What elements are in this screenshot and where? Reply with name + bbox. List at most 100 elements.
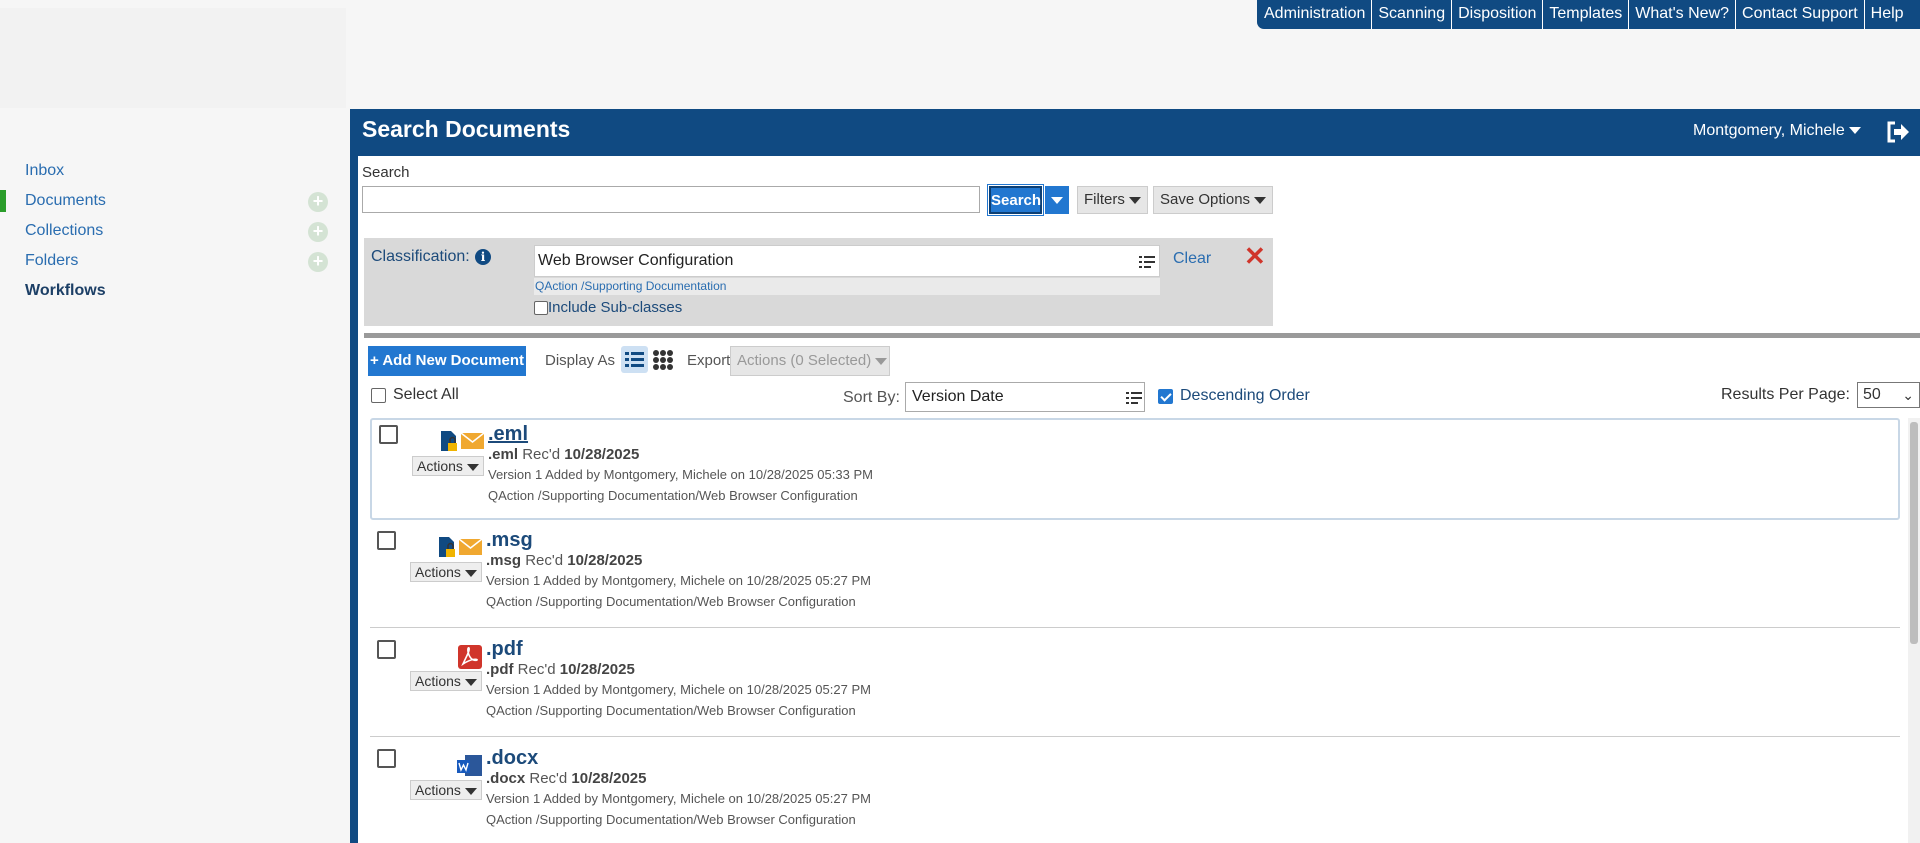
results-per-page-label: Results Per Page: xyxy=(1721,386,1850,403)
add-collection-icon[interactable]: + xyxy=(308,222,328,242)
divider xyxy=(364,333,1920,338)
version-info: Version 1 Added by Montgomery, Michele o… xyxy=(486,791,871,806)
descending-order-label: Descending Order xyxy=(1180,387,1310,404)
select-all-checkbox[interactable] xyxy=(371,387,386,403)
document-title-link[interactable]: .eml xyxy=(488,423,528,446)
info-icon[interactable]: i xyxy=(475,249,491,265)
nav-templates[interactable]: Templates xyxy=(1542,0,1628,29)
sidebar-item-documents[interactable]: Documents xyxy=(25,192,106,210)
save-options-button[interactable]: Save Options xyxy=(1153,186,1274,214)
list-item[interactable]: Actions .docx .docx Rec'd 10/28/2025 Ver… xyxy=(370,744,1900,843)
list-picker-icon[interactable] xyxy=(1139,255,1155,269)
locked-email-icon xyxy=(439,537,483,557)
received-label: Rec'd xyxy=(517,661,556,678)
document-title-link[interactable]: .pdf xyxy=(486,638,523,661)
received-label: Rec'd xyxy=(529,770,568,787)
chevron-down-icon xyxy=(464,678,477,686)
header-bar: Search Documents Montgomery, Michele xyxy=(358,109,1920,156)
document-meta: .eml Rec'd 10/28/2025 xyxy=(488,446,639,463)
row-checkbox[interactable] xyxy=(377,749,396,768)
search-button[interactable]: Search xyxy=(987,184,1044,216)
logout-icon[interactable] xyxy=(1886,121,1910,143)
scrollbar-thumb[interactable] xyxy=(1910,422,1918,644)
row-actions-label: Actions xyxy=(415,782,461,798)
nav-administration[interactable]: Administration xyxy=(1257,0,1371,29)
row-actions-button[interactable]: Actions xyxy=(412,456,484,476)
document-type: .eml xyxy=(488,446,519,463)
sort-by-label: Sort By: xyxy=(843,389,900,406)
nav-disposition[interactable]: Disposition xyxy=(1451,0,1542,29)
clear-link[interactable]: Clear xyxy=(1173,250,1211,268)
bulk-actions-label: Actions (0 Selected) xyxy=(737,352,872,369)
row-checkbox[interactable] xyxy=(379,425,398,444)
sidebar-item-collections[interactable]: Collections xyxy=(25,222,103,240)
classification-path: QAction /Supporting Documentation xyxy=(534,278,1160,295)
nav-help[interactable]: Help xyxy=(1863,0,1910,29)
descending-order-checkbox[interactable] xyxy=(1158,388,1173,404)
sort-by-value: Version Date xyxy=(912,388,1004,405)
word-icon xyxy=(457,755,482,776)
document-meta: .pdf Rec'd 10/28/2025 xyxy=(486,661,635,678)
document-path: QAction /Supporting Documentation/Web Br… xyxy=(486,703,856,718)
list-item[interactable]: Actions .eml .eml Rec'd 10/28/2025 Versi… xyxy=(370,418,1900,520)
user-menu[interactable]: Montgomery, Michele xyxy=(1693,122,1861,140)
received-label: Rec'd xyxy=(522,446,561,463)
list-picker-icon[interactable] xyxy=(1126,391,1142,405)
add-folder-icon[interactable]: + xyxy=(308,252,328,272)
row-actions-button[interactable]: Actions xyxy=(410,780,482,800)
sidebar-item-folders[interactable]: Folders xyxy=(25,252,78,270)
received-label: Rec'd xyxy=(525,552,564,569)
sort-by-field[interactable]: Version Date xyxy=(905,382,1145,412)
version-info: Version 1 Added by Montgomery, Michele o… xyxy=(486,682,871,697)
document-path: QAction /Supporting Documentation/Web Br… xyxy=(488,488,858,503)
document-title-link[interactable]: .docx xyxy=(486,747,538,770)
version-info: Version 1 Added by Montgomery, Michele o… xyxy=(488,467,873,482)
list-view-icon[interactable] xyxy=(621,346,648,373)
row-actions-label: Actions xyxy=(417,458,463,474)
locked-email-icon xyxy=(441,431,485,451)
search-options-button[interactable] xyxy=(1045,186,1069,214)
results-list: Actions .eml .eml Rec'd 10/28/2025 Versi… xyxy=(370,418,1920,843)
include-subclasses[interactable]: Include Sub-classes xyxy=(534,299,682,316)
document-type: .docx xyxy=(486,770,526,787)
sidebar-item-workflows[interactable]: Workflows xyxy=(25,282,106,300)
document-title-link[interactable]: .msg xyxy=(486,529,533,552)
chevron-down-icon xyxy=(466,463,479,471)
include-subclasses-checkbox[interactable] xyxy=(534,300,548,315)
row-checkbox[interactable] xyxy=(377,531,396,550)
display-as-label: Display As xyxy=(545,352,616,369)
bulk-actions-select[interactable]: Actions (0 Selected) xyxy=(730,346,890,376)
received-date: 10/28/2025 xyxy=(571,770,647,787)
classification-label: Classification: xyxy=(371,248,470,265)
chevron-down-icon xyxy=(1254,196,1267,204)
version-info: Version 1 Added by Montgomery, Michele o… xyxy=(486,573,871,588)
received-date: 10/28/2025 xyxy=(567,552,643,569)
chevron-down-icon xyxy=(1128,196,1141,204)
classification-panel: Classification: i Web Browser Configurat… xyxy=(364,238,1273,326)
close-icon[interactable]: ✕ xyxy=(1244,243,1266,269)
add-new-document-button[interactable]: + Add New Document xyxy=(368,346,526,376)
sidebar: Inbox Documents + Collections + Folders … xyxy=(0,108,350,843)
classification-field[interactable]: Web Browser Configuration xyxy=(534,245,1160,277)
search-input[interactable] xyxy=(362,186,980,213)
active-item-marker xyxy=(0,190,6,212)
classification-value: Web Browser Configuration xyxy=(538,252,734,269)
scrollbar[interactable] xyxy=(1908,418,1920,843)
add-documents-icon[interactable]: + xyxy=(308,192,328,212)
select-all[interactable]: Select All xyxy=(371,386,459,404)
nav-whats-new[interactable]: What's New? xyxy=(1628,0,1735,29)
row-actions-button[interactable]: Actions xyxy=(410,671,482,691)
row-checkbox[interactable] xyxy=(377,640,396,659)
list-item[interactable]: Actions .msg .msg Rec'd 10/28/2025 Versi… xyxy=(370,526,1900,628)
list-item[interactable]: Actions .pdf .pdf Rec'd 10/28/2025 Versi… xyxy=(370,635,1900,737)
row-actions-button[interactable]: Actions xyxy=(410,562,482,582)
document-path: QAction /Supporting Documentation/Web Br… xyxy=(486,594,856,609)
filters-button[interactable]: Filters xyxy=(1077,186,1148,214)
nav-scanning[interactable]: Scanning xyxy=(1371,0,1451,29)
results-per-page-select[interactable]: 50 ⌄ xyxy=(1857,382,1920,408)
descending-order[interactable]: Descending Order xyxy=(1158,387,1310,405)
chevron-down-icon: ⌄ xyxy=(1902,387,1914,403)
sidebar-item-inbox[interactable]: Inbox xyxy=(25,162,64,180)
nav-contact-support[interactable]: Contact Support xyxy=(1735,0,1864,29)
grid-view-icon[interactable] xyxy=(649,346,676,373)
